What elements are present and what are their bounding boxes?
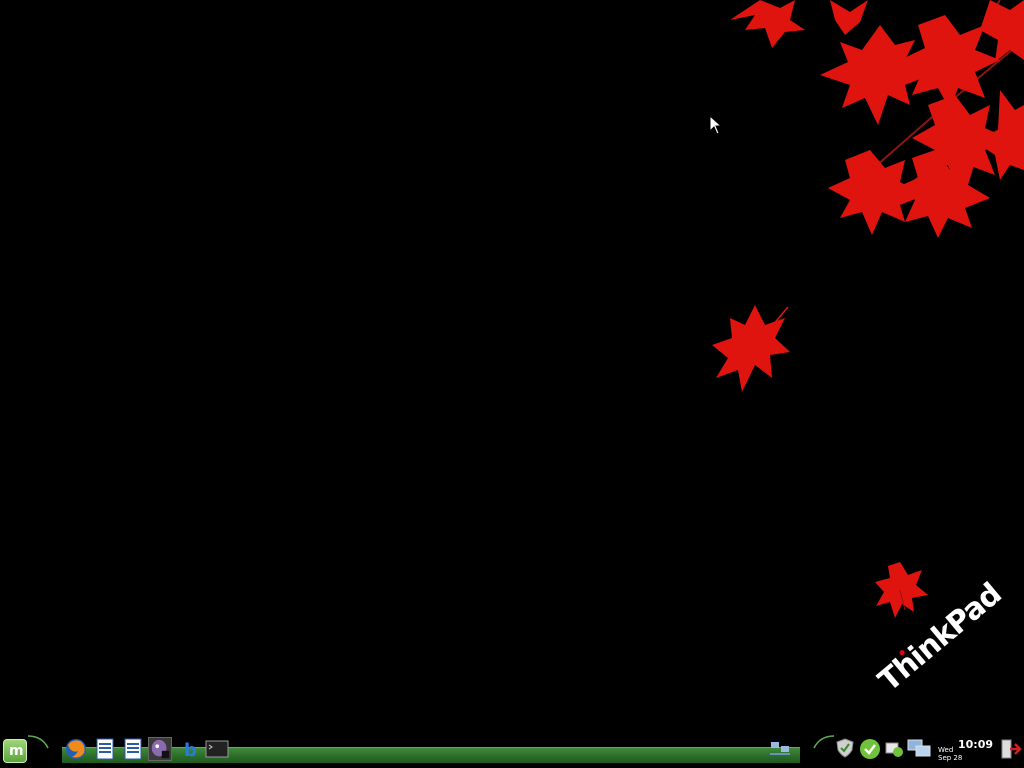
app-launcher[interactable]: b [178,737,202,761]
writer-launcher[interactable] [93,737,117,761]
firefox-icon [66,739,86,759]
logout[interactable] [1000,738,1022,759]
maple-leaf [730,0,805,48]
b-app-icon: b [184,740,197,761]
document-icon [124,738,142,760]
update-manager[interactable] [859,738,880,759]
shield-icon [836,738,854,758]
clock-day[interactable]: Wed [938,746,953,754]
checkmark-icon [860,739,880,759]
wallpaper [712,0,1024,618]
exit-icon [1001,739,1022,759]
document-icon [96,738,114,760]
maple-leaf [830,0,868,35]
menu-button[interactable]: m [3,739,27,763]
clock-time[interactable]: 10:09 [958,738,993,751]
svg-text:b: b [184,740,197,761]
mint-logo-icon: m [9,743,24,759]
maple-leaf [820,25,930,125]
desktop[interactable]: ThinkPad [0,0,1024,768]
display-icon [907,739,931,757]
message-icon [885,742,903,757]
panel-curve-left [26,735,62,764]
firefox-launcher[interactable] [64,737,88,761]
clock-date[interactable]: Sep 28 [938,754,962,762]
panel-curve-right [800,735,836,764]
workspace-switcher[interactable] [907,738,931,758]
writer-launcher-2[interactable] [121,737,145,761]
chat-icon [151,739,170,759]
maple-leaf [875,562,928,618]
network-manager[interactable] [770,740,790,760]
security[interactable] [835,738,855,758]
maple-leaf [980,0,1024,62]
notifications[interactable] [884,738,904,758]
network-icon [770,742,790,755]
pidgin-launcher[interactable] [148,737,172,761]
mouse-cursor-icon [709,115,723,135]
terminal-launcher[interactable] [205,737,229,761]
terminal-icon [205,740,229,758]
